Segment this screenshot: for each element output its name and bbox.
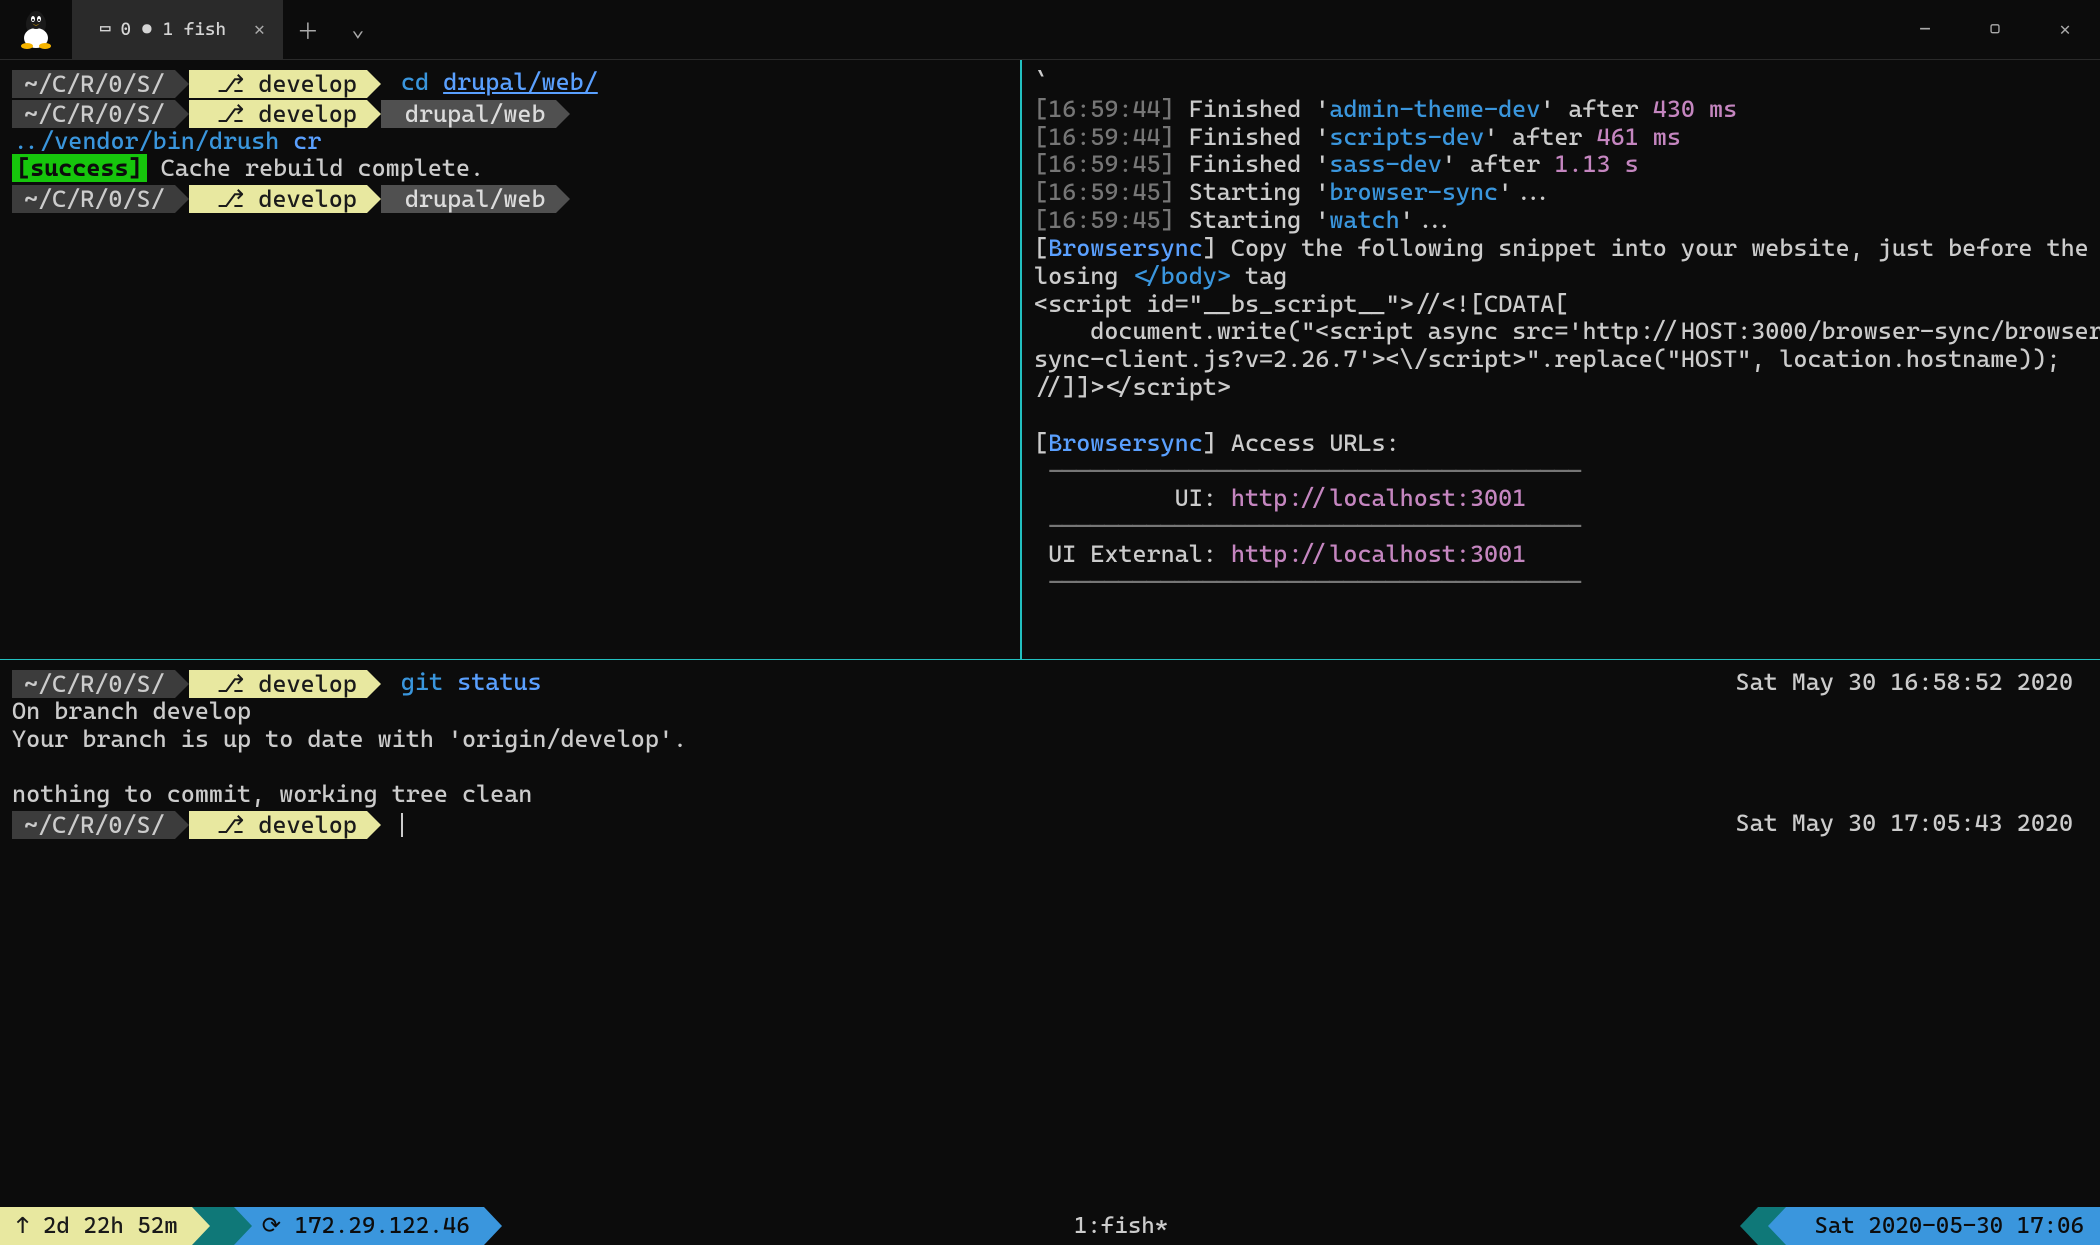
prompt-line: ~/C/R/0/S/ ⎇ develop git status [12,669,542,698]
terminal-tab[interactable]: ▭ 0 ● 1 fish ✕ [72,0,283,59]
tab-panes-icon: ▭ [100,19,111,40]
prompt-branch: develop [258,70,356,98]
titlebar-left: ▭ 0 ● 1 fish ✕ ＋ ⌄ [0,0,1890,59]
timestamp: Sat May 30 16:58:52 2020 [1736,668,2074,696]
new-tab-button[interactable]: ＋ [283,0,333,59]
minimize-button[interactable]: — [1890,0,1960,59]
linux-tux-icon [12,6,60,54]
terminal-area: ~/C/R/0/S/ ⎇ develop cd drupal/web/ ~/C/… [0,60,2100,1207]
top-split: ~/C/R/0/S/ ⎇ develop cd drupal/web/ ~/C/… [0,60,2100,660]
prompt-line: ~/C/R/0/S/ ⎇ develop cd drupal/web/ [12,69,598,98]
maximize-button[interactable]: ▢ [1960,0,2030,59]
status-uptime: ↑ 2d 22h 52m [0,1207,192,1245]
timestamp: Sat May 30 17:05:43 2020 [1736,809,2074,837]
success-line: [success] Cache rebuild complete. [12,155,1008,183]
tab-controls: ＋ ⌄ [283,0,383,59]
prompt-line: ~/C/R/0/S/ ⎇ develop [12,810,403,839]
status-window: 1:fish* [484,1213,1759,1239]
drush-line: ../vendor/bin/drush cr [12,128,1008,156]
close-window-button[interactable]: ✕ [2030,0,2100,59]
git-status-line: nothing to commit, working tree clean [12,781,2088,809]
window-controls: — ▢ ✕ [1890,0,2100,59]
tmux-statusbar: ↑ 2d 22h 52m ⟳ 172.29.122.46 1:fish* Sat… [0,1207,2100,1245]
pane-top-left[interactable]: ~/C/R/0/S/ ⎇ develop cd drupal/web/ ~/C/… [0,60,1020,659]
prompt-cwd: drupal/web [405,100,546,128]
pane-bottom[interactable]: ~/C/R/0/S/ ⎇ develop git status Sat May … [0,660,2100,1207]
status-ip: ⟳ 172.29.122.46 [234,1207,484,1245]
cmd-git: git [401,668,443,696]
cmd-arg: drupal/web/ [443,68,598,96]
status-datetime: Sat 2020-05-30 17:06 [1786,1207,2100,1245]
cursor [401,813,403,837]
cmd-git-arg: status [457,668,541,696]
cmd-cd: cd [401,68,429,96]
tab-label: 0 ● 1 fish [121,19,226,40]
git-status-line: On branch develop [12,698,2088,726]
prompt-line: ~/C/R/0/S/ ⎇ develop drupal/web [12,99,556,128]
close-tab-icon[interactable]: ✕ [254,19,265,40]
titlebar: ▭ 0 ● 1 fish ✕ ＋ ⌄ — ▢ ✕ [0,0,2100,60]
tab-dropdown-button[interactable]: ⌄ [333,0,383,59]
branch-icon: ⎇ [217,70,245,98]
git-status-line: Your branch is up to date with 'origin/d… [12,726,2088,754]
prompt-path: ~/C/R/0/S/ [24,70,165,98]
pane-top-right[interactable]: ` [16:59:44] Finished 'admin-theme-dev' … [1022,60,2100,659]
prompt-line: ~/C/R/0/S/ ⎇ develop drupal/web [12,184,556,213]
